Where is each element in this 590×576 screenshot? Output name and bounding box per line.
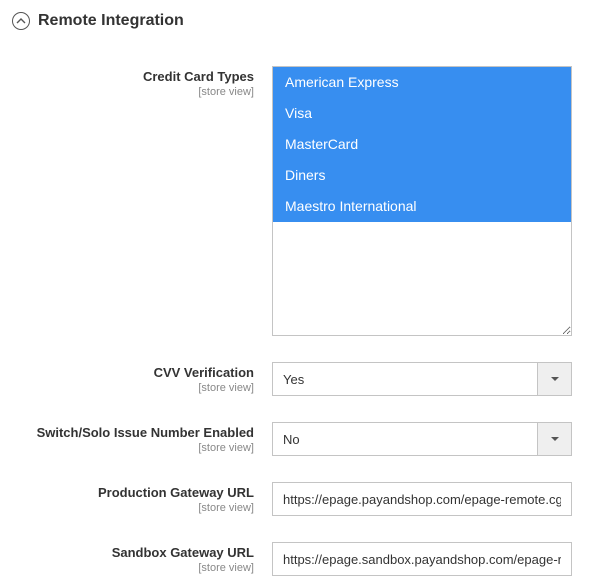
switch-solo-select[interactable]: No — [272, 422, 572, 456]
multiselect-option[interactable]: Maestro International — [273, 191, 571, 222]
row-cvv-verification: CVV Verification [store view] Yes — [12, 362, 572, 396]
chevron-up-icon — [12, 12, 30, 30]
select-value: No — [273, 423, 537, 455]
label-col: CVV Verification [store view] — [12, 362, 272, 394]
section-title: Remote Integration — [38, 12, 184, 30]
dropdown-button[interactable] — [537, 423, 571, 455]
cvv-verification-select[interactable]: Yes — [272, 362, 572, 396]
field-scope: [store view] — [12, 502, 254, 514]
form-area: Credit Card Types [store view] American … — [12, 36, 572, 576]
label-col: Sandbox Gateway URL [store view] — [12, 542, 272, 574]
field-scope: [store view] — [12, 442, 254, 454]
label-col: Switch/Solo Issue Number Enabled [store … — [12, 422, 272, 454]
row-sandbox-url: Sandbox Gateway URL [store view] — [12, 542, 572, 576]
field-label: Credit Card Types — [12, 70, 254, 85]
field-label: Switch/Solo Issue Number Enabled — [12, 426, 254, 441]
field-scope: [store view] — [12, 382, 254, 394]
credit-card-types-multiselect[interactable]: American ExpressVisaMasterCardDinersMaes… — [272, 66, 572, 336]
select-value: Yes — [273, 363, 537, 395]
field-col: American ExpressVisaMasterCardDinersMaes… — [272, 66, 572, 336]
field-scope: [store view] — [12, 86, 254, 98]
field-col — [272, 482, 572, 516]
sandbox-gateway-url-input[interactable] — [272, 542, 572, 576]
label-col: Production Gateway URL [store view] — [12, 482, 272, 514]
label-col: Credit Card Types [store view] — [12, 66, 272, 98]
row-switch-solo: Switch/Solo Issue Number Enabled [store … — [12, 422, 572, 456]
multiselect-option[interactable]: American Express — [273, 67, 571, 98]
dropdown-button[interactable] — [537, 363, 571, 395]
field-col: Yes — [272, 362, 572, 396]
field-col — [272, 542, 572, 576]
production-gateway-url-input[interactable] — [272, 482, 572, 516]
multiselect-option[interactable]: Diners — [273, 160, 571, 191]
caret-down-icon — [550, 436, 560, 442]
row-production-url: Production Gateway URL [store view] — [12, 482, 572, 516]
field-label: Sandbox Gateway URL — [12, 546, 254, 561]
section-toggle[interactable]: Remote Integration — [12, 12, 572, 30]
field-label: CVV Verification — [12, 366, 254, 381]
caret-down-icon — [550, 376, 560, 382]
multiselect-option[interactable]: MasterCard — [273, 129, 571, 160]
multiselect-option[interactable]: Visa — [273, 98, 571, 129]
row-credit-card-types: Credit Card Types [store view] American … — [12, 66, 572, 336]
field-label: Production Gateway URL — [12, 486, 254, 501]
field-col: No — [272, 422, 572, 456]
